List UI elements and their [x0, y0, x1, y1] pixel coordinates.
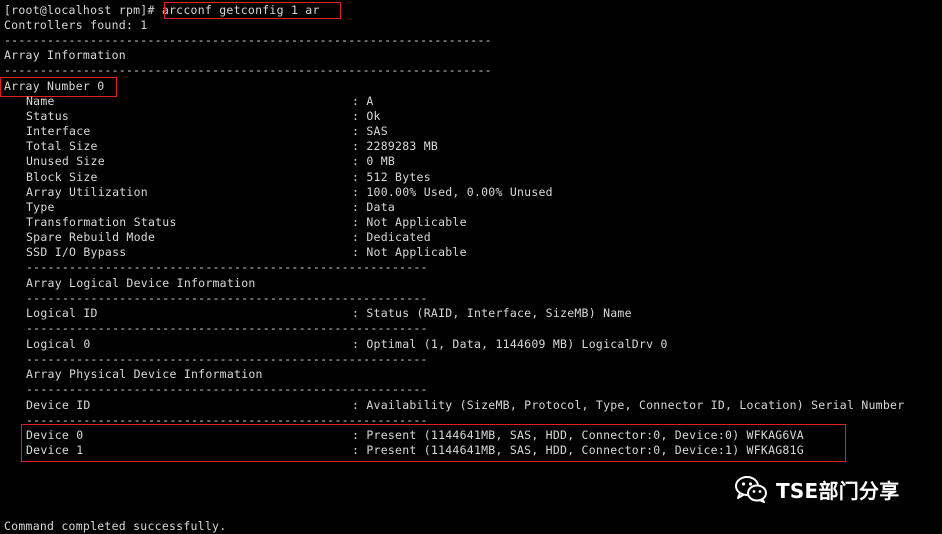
logical-device-header: Array Logical Device Information	[26, 276, 256, 290]
physical-col-value: : Availability (SizeMB, Protocol, Type, …	[352, 398, 905, 412]
prop-value-block-size: : 512 Bytes	[352, 170, 431, 184]
prop-value-transformation-status: : Not Applicable	[352, 215, 467, 229]
wechat-icon	[735, 476, 767, 503]
logical-col-value: : Status (RAID, Interface, SizeMB) Name	[352, 306, 632, 320]
separator-line: ----------------------------------------…	[26, 291, 428, 305]
controllers-found-line: Controllers found: 1	[4, 18, 148, 32]
separator-line: ----------------------------------------…	[4, 63, 492, 77]
prop-value-unused-size: : 0 MB	[352, 154, 396, 168]
prop-value-array-utilization: : 100.00% Used, 0.00% Unused	[352, 185, 553, 199]
prop-value-spare-rebuild-mode: : Dedicated	[352, 230, 431, 244]
prop-label-unused-size: Unused Size	[26, 154, 105, 168]
prop-label-array-utilization: Array Utilization	[26, 185, 148, 199]
prop-label-type: Type	[26, 200, 55, 214]
prop-label-status: Status	[26, 109, 70, 123]
logical-row-value: : Optimal (1, Data, 1144609 MB) LogicalD…	[352, 337, 668, 351]
prop-label-interface: Interface	[26, 124, 91, 138]
array-number-highlight-box	[0, 77, 117, 97]
separator-line: ----------------------------------------…	[26, 260, 428, 274]
logical-row-label: Logical 0	[26, 337, 91, 351]
physical-device-header: Array Physical Device Information	[26, 367, 263, 381]
separator-line: ----------------------------------------…	[4, 33, 492, 47]
prop-label-block-size: Block Size	[26, 170, 98, 184]
prop-label-name: Name	[26, 94, 55, 108]
logical-col-label: Logical ID	[26, 306, 98, 320]
separator-line: ----------------------------------------…	[26, 321, 428, 335]
command-highlight-box	[164, 2, 341, 19]
prop-label-total-size: Total Size	[26, 139, 98, 153]
prop-label-transformation-status: Transformation Status	[26, 215, 177, 229]
devices-highlight-box	[21, 424, 846, 462]
physical-col-label: Device ID	[26, 398, 91, 412]
prop-label-ssd-io-bypass: SSD I/O Bypass	[26, 245, 127, 259]
shell-prompt: [root@localhost rpm]#	[4, 3, 162, 17]
prop-value-total-size: : 2289283 MB	[352, 139, 439, 153]
array-info-header: Array Information	[4, 48, 126, 62]
prop-value-name: : A	[352, 94, 374, 108]
prop-value-interface: : SAS	[352, 124, 388, 138]
prop-label-spare-rebuild-mode: Spare Rebuild Mode	[26, 230, 156, 244]
prop-value-type: : Data	[352, 200, 396, 214]
separator-line: ----------------------------------------…	[26, 352, 428, 366]
separator-line: ----------------------------------------…	[26, 382, 428, 396]
watermark: TSE部门分享	[734, 474, 899, 504]
prop-value-ssd-io-bypass: : Not Applicable	[352, 245, 467, 259]
prop-value-status: : Ok	[352, 109, 381, 123]
watermark-text: TSE部门分享	[776, 478, 900, 503]
terminal-window[interactable]: [root@localhost rpm]# arcconf getconfig …	[0, 0, 942, 533]
